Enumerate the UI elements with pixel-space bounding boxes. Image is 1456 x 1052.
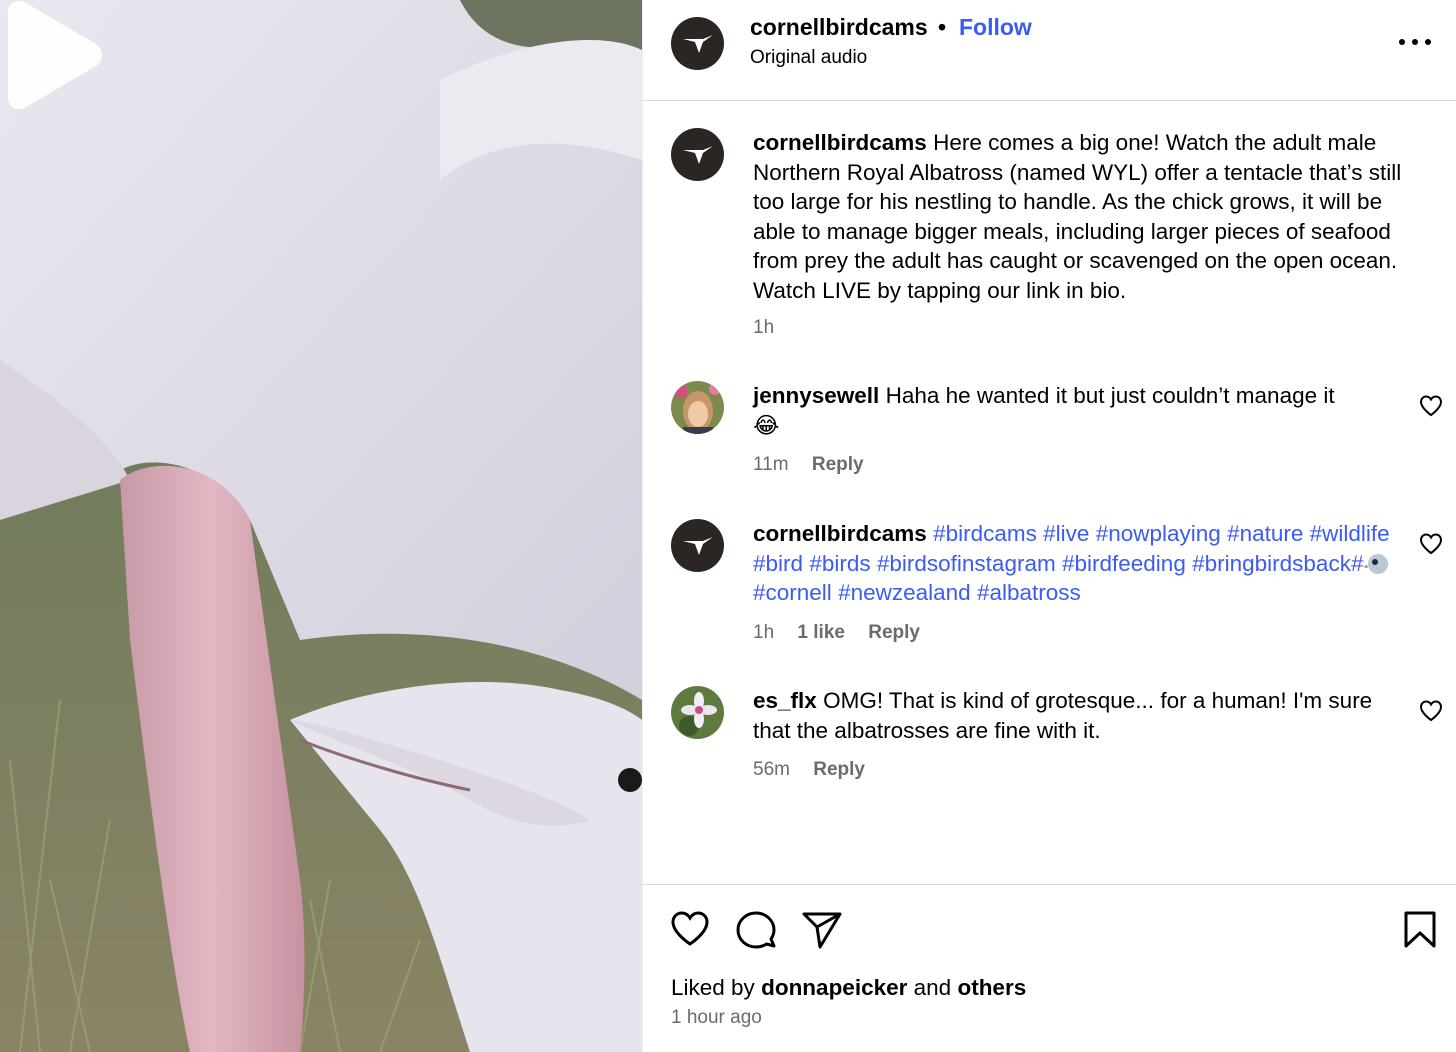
caption-username[interactable]: cornellbirdcams bbox=[753, 130, 927, 155]
paper-plane-icon[interactable] bbox=[802, 911, 842, 949]
user-photo-icon bbox=[671, 381, 724, 434]
video-frame bbox=[0, 0, 642, 1052]
comment-meta: 1h 1 like Reply bbox=[753, 622, 938, 644]
hashtag-link[interactable]: #live bbox=[1043, 521, 1089, 546]
avatar[interactable] bbox=[671, 381, 724, 434]
bookmark-icon[interactable] bbox=[1403, 911, 1437, 949]
hashtag-link[interactable]: #bringbirdsback bbox=[1192, 551, 1351, 576]
comment-username[interactable]: es_flx bbox=[753, 688, 817, 713]
hashtag-link[interactable]: #cornell bbox=[753, 580, 832, 605]
reply-button[interactable]: Reply bbox=[868, 622, 920, 643]
comment-text: es_flx OMG! That is kind of grotesque...… bbox=[753, 686, 1413, 745]
comment-meta: 11m Reply bbox=[753, 454, 882, 476]
comment-body: OMG! That is kind of grotesque... for a … bbox=[753, 688, 1373, 743]
hummingbird-logo-icon bbox=[682, 34, 713, 53]
comment-username[interactable]: cornellbirdcams bbox=[753, 521, 927, 546]
comment-time: 1h bbox=[753, 622, 775, 643]
hashtag-link[interactable]: #newzealand bbox=[838, 580, 971, 605]
comment-username[interactable]: jennysewell bbox=[753, 383, 879, 408]
comment-time: 56m bbox=[753, 759, 790, 780]
audio-label[interactable]: Original audio bbox=[750, 47, 867, 69]
comment-time: 11m bbox=[753, 454, 789, 475]
caption-text: cornellbirdcams Here comes a big one! Wa… bbox=[753, 128, 1413, 306]
liked-by-and: and bbox=[913, 975, 952, 1000]
video-player[interactable] bbox=[0, 0, 642, 1052]
comment-text: cornellbirdcams #birdcams #live #nowplay… bbox=[753, 519, 1413, 608]
post-author-username[interactable]: cornellbirdcams bbox=[750, 14, 928, 41]
likes-summary: Liked by donnapeicker and others bbox=[671, 975, 1026, 1001]
post-actions: Liked by donnapeicker and others 1 hour … bbox=[643, 884, 1456, 1052]
separator-dot: • bbox=[938, 14, 947, 40]
comment-bubble-icon[interactable] bbox=[736, 911, 776, 949]
heart-icon[interactable] bbox=[1419, 700, 1443, 722]
hummingbird-logo-icon bbox=[682, 536, 713, 555]
hashtag-link[interactable]: #birds bbox=[809, 551, 870, 576]
hashtag-link[interactable]: #birdcams bbox=[933, 521, 1037, 546]
hashtag-link[interactable]: #bird bbox=[753, 551, 803, 576]
avatar[interactable] bbox=[671, 519, 724, 572]
post-timestamp[interactable]: 1 hour ago bbox=[671, 1007, 762, 1029]
avatar[interactable] bbox=[671, 128, 724, 181]
laughing-emoji: 😂 bbox=[753, 412, 780, 438]
hashtag-link[interactable]: #wildlife bbox=[1310, 521, 1390, 546]
bird-emoji-icon bbox=[1363, 553, 1389, 574]
hashtag-link[interactable]: #nature bbox=[1227, 521, 1303, 546]
post-header: cornellbirdcams • Follow Original audio bbox=[643, 0, 1456, 101]
reply-button[interactable]: Reply bbox=[812, 454, 864, 475]
heart-icon[interactable] bbox=[1419, 533, 1443, 555]
liked-by-user[interactable]: donnapeicker bbox=[761, 975, 907, 1000]
heart-icon[interactable] bbox=[1419, 395, 1443, 417]
avatar[interactable] bbox=[671, 686, 724, 739]
hummingbird-logo-icon bbox=[682, 145, 713, 164]
avatar[interactable] bbox=[671, 17, 724, 70]
comments-section[interactable]: cornellbirdcams Here comes a big one! Wa… bbox=[643, 101, 1456, 884]
hashtag-link[interactable]: #nowplaying bbox=[1096, 521, 1221, 546]
play-icon[interactable] bbox=[0, 0, 104, 110]
comment-meta: 56m Reply bbox=[753, 759, 883, 781]
reply-button[interactable]: Reply bbox=[813, 759, 865, 780]
follow-button[interactable]: Follow bbox=[959, 14, 1032, 41]
comment-body: Haha he wanted it but just couldn’t mana… bbox=[885, 383, 1335, 408]
comment-text: jennysewell Haha he wanted it but just c… bbox=[753, 381, 1413, 440]
hashtag-link[interactable]: #albatross bbox=[977, 580, 1081, 605]
more-options-icon[interactable] bbox=[1395, 28, 1435, 56]
liked-by-prefix: Liked by bbox=[671, 975, 755, 1000]
caption-time: 1h bbox=[753, 317, 775, 338]
heart-icon[interactable] bbox=[670, 911, 710, 947]
comment-likes[interactable]: 1 like bbox=[797, 622, 845, 643]
hashtag-link[interactable]: #birdfeeding bbox=[1062, 551, 1186, 576]
post-sidebar: cornellbirdcams • Follow Original audio … bbox=[642, 0, 1456, 1052]
liked-by-others[interactable]: others bbox=[957, 975, 1026, 1000]
caption-meta: 1h bbox=[753, 317, 792, 339]
caption-body: Here comes a big one! Watch the adult ma… bbox=[753, 130, 1402, 303]
flower-photo-icon bbox=[671, 686, 724, 739]
hashtag-link[interactable]: #birdsofinstagram bbox=[877, 551, 1056, 576]
hashtag-link[interactable]: # bbox=[1351, 551, 1364, 576]
